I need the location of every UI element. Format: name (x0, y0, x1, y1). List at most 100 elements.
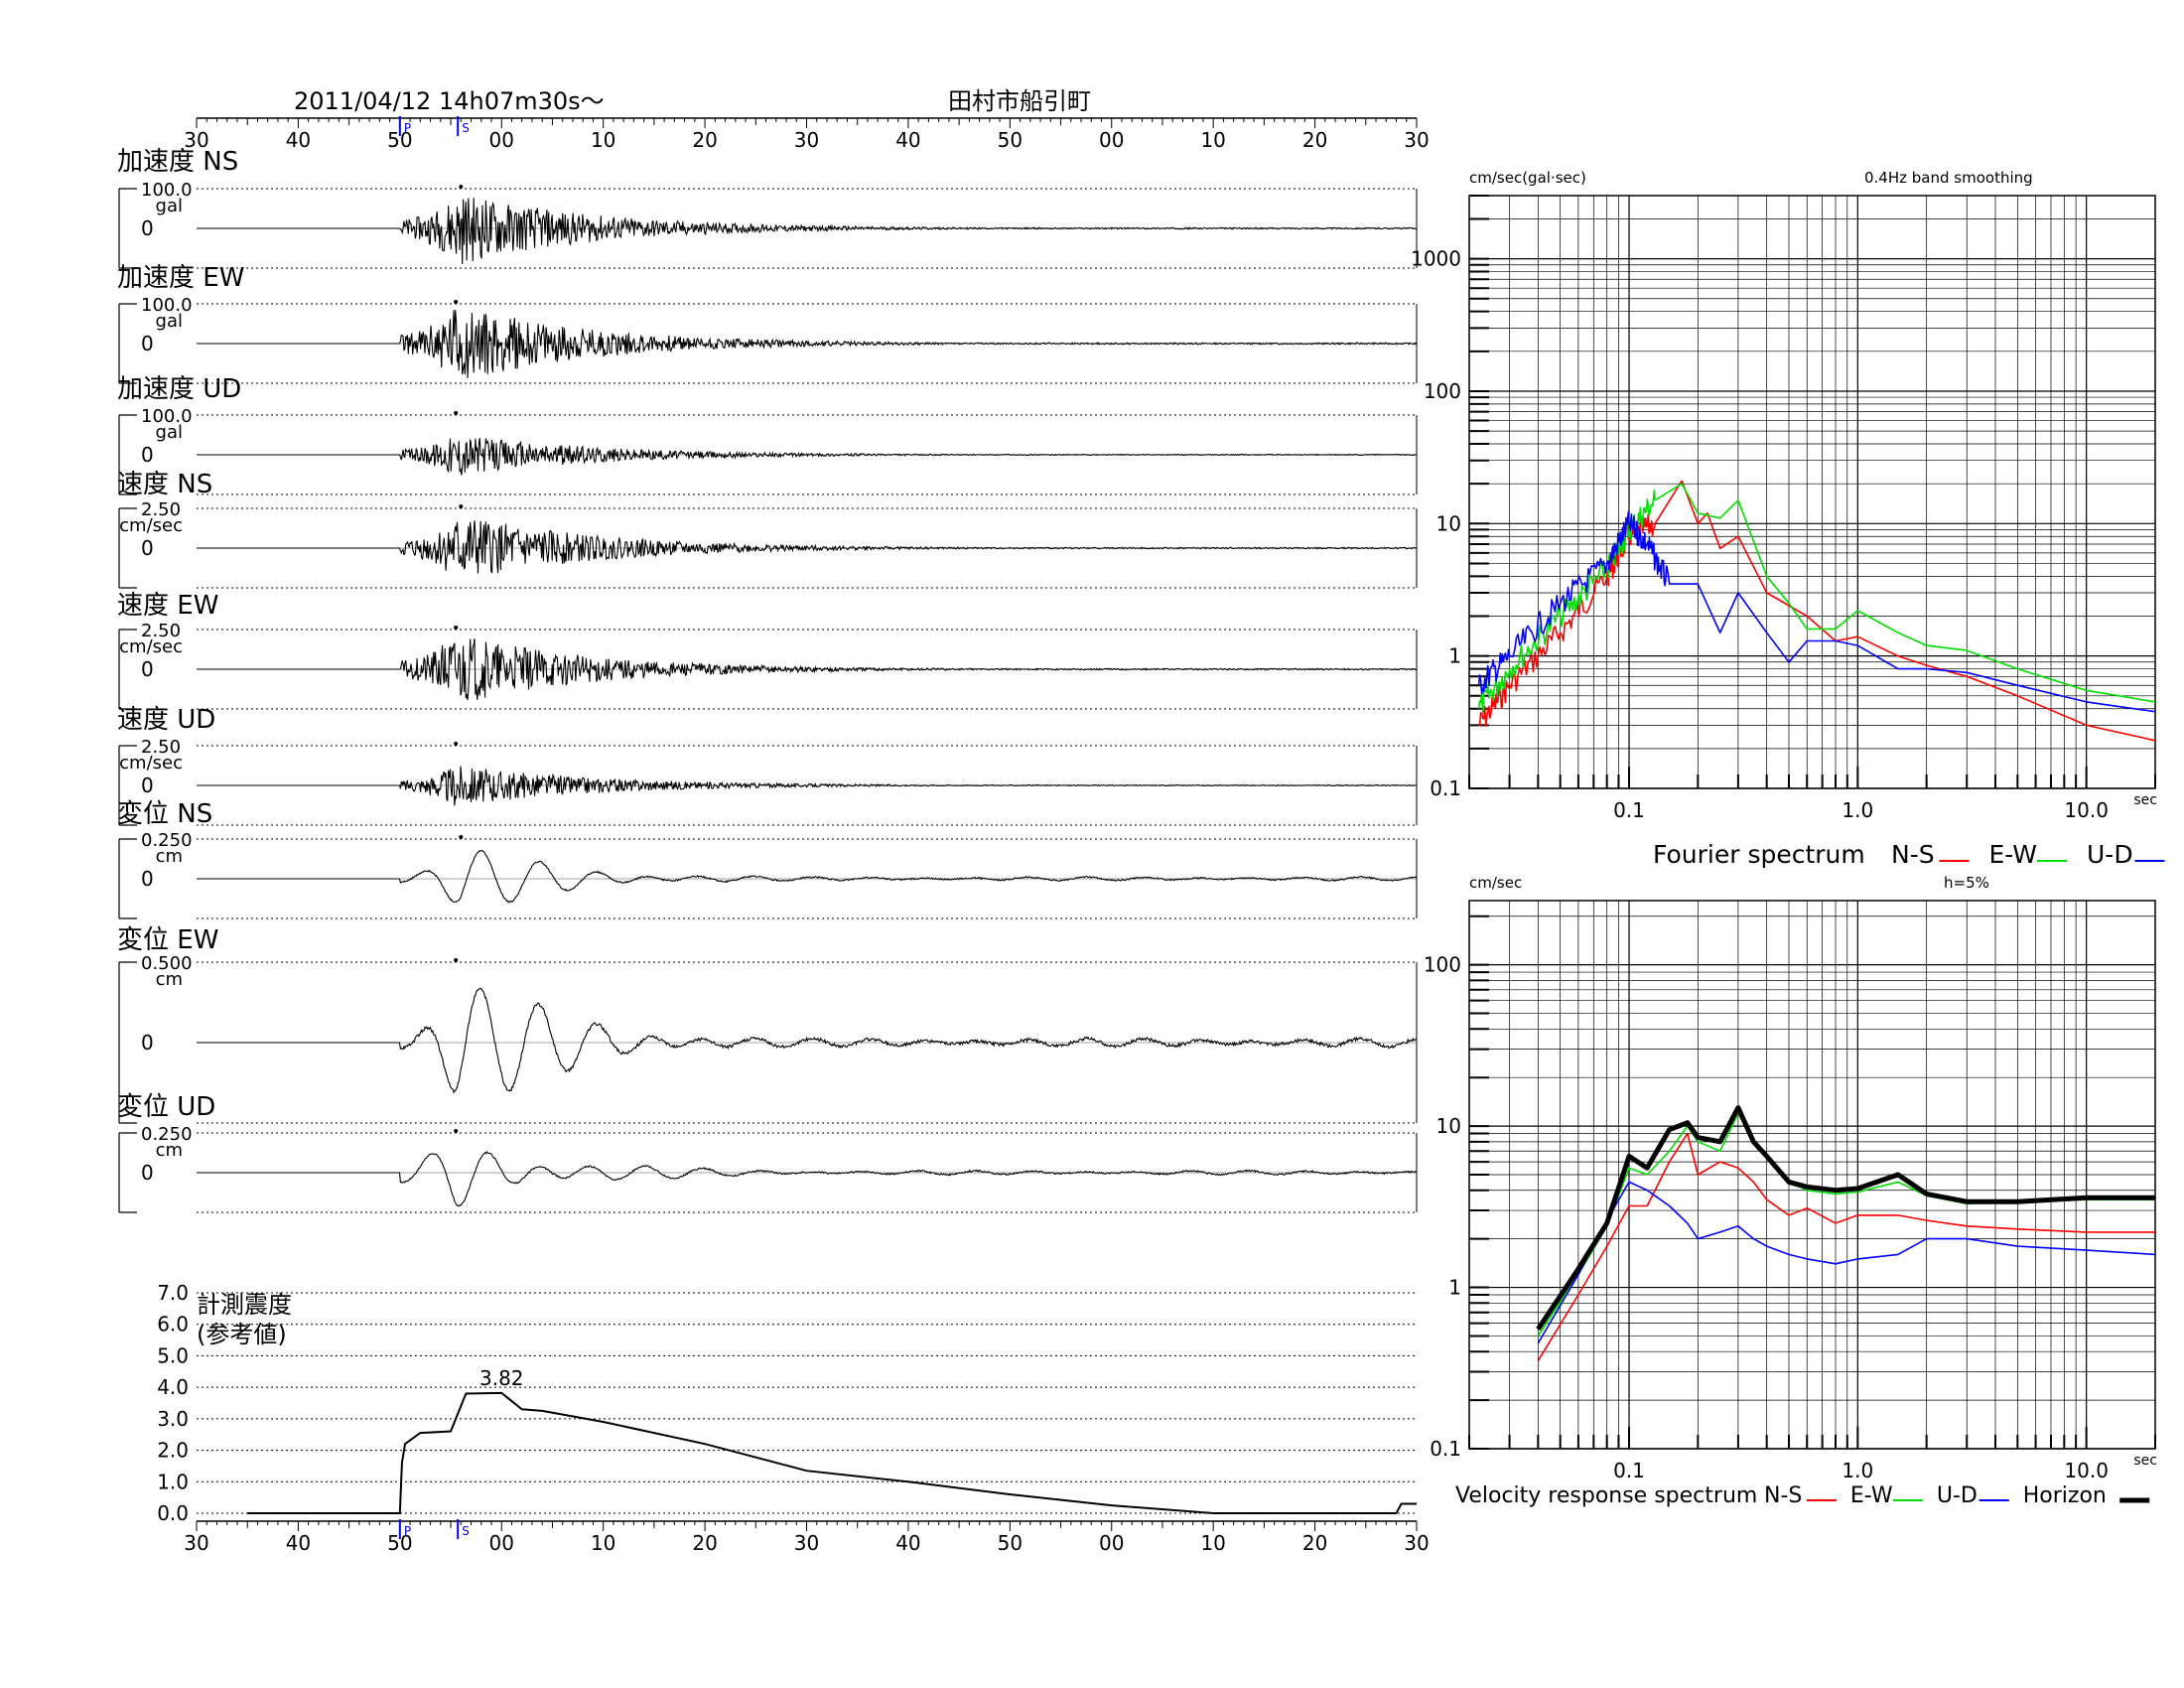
trace-unit: cm/sec (119, 515, 183, 536)
trace-peak-marker (454, 411, 459, 415)
trace-peak-marker (454, 1129, 459, 1133)
time-axis-top: 30 40 50 00 10 20 30 40 50 00 10 20 30P S (184, 116, 1430, 152)
spectrum-xtick-label: 0.1 (1613, 1459, 1645, 1482)
intensity-line (247, 1391, 1417, 1514)
spectrum-xunit: sec (2133, 1453, 2157, 1469)
trace-zero-label: 0 (141, 657, 154, 681)
trace-zero-label: 0 (141, 216, 154, 240)
trace-peak-marker (454, 742, 459, 746)
trace-zero-label: 0 (141, 443, 154, 467)
trace-peak-marker (454, 626, 459, 630)
trace-zero-label: 0 (141, 774, 154, 797)
time-tick-label: 10 (591, 1531, 615, 1555)
intensity-ytick-label: 5.0 (157, 1343, 189, 1367)
trace-peak-marker (454, 958, 459, 962)
trace-label: 加速度 NS (117, 147, 238, 177)
spectrum-xtick-label: 10.0 (2064, 798, 2109, 822)
trace-速度-EW: 速度 EW2.50cm/sec0 (117, 591, 1418, 710)
trace-unit: gal (156, 311, 183, 332)
spectrum-xtick-label: 1.0 (1842, 798, 1873, 822)
time-tick-label: 40 (895, 1531, 920, 1555)
response-spectrum-panel: 100 10 1 0.1 0.1 1.0 10.0 sec cm/sec h=5% Velocity… (1424, 874, 2157, 1508)
trace-waveform (197, 766, 1418, 806)
spectrum-xtick-label: 1.0 (1842, 1459, 1873, 1482)
p-arrival-label: P (404, 121, 411, 135)
time-tick-label: 00 (1099, 128, 1124, 152)
intensity-ytick-label: 2.0 (157, 1439, 189, 1463)
spectrum-ytick-label: 1 (1448, 644, 1461, 668)
spectrum-series-u-d (1477, 510, 2156, 713)
trace-label: 速度 UD (117, 705, 215, 735)
p-arrival-label: P (404, 1524, 411, 1538)
trace-label: 速度 NS (117, 470, 212, 499)
time-tick-label: 30 (184, 1531, 208, 1555)
time-tick-label: 30 (1404, 128, 1429, 152)
spectrum-xunit: sec (2133, 792, 2157, 808)
trace-unit: cm (156, 969, 183, 990)
intensity-peak-label: 3.82 (479, 1366, 524, 1390)
intensity-ytick-label: 1.0 (157, 1470, 189, 1493)
time-tick-label: 30 (1404, 1531, 1429, 1555)
time-tick-label: 40 (286, 1531, 311, 1555)
trace-変位-UD: 変位 UD0.250cm0 (117, 1092, 1418, 1213)
legend-item-label: U-D (2087, 840, 2133, 869)
spectrum-series-e-w (1477, 483, 2156, 715)
spectrum-series-n-s (1478, 480, 2156, 742)
time-tick-label: 10 (1200, 1531, 1225, 1555)
trace-加速度-NS: 加速度 NS100.0gal0 (117, 147, 1418, 269)
time-tick-label: 30 (794, 128, 819, 152)
spectrum-ytick-label: 0.1 (1430, 1437, 1461, 1461)
intensity-ytick-label: 7.0 (157, 1281, 189, 1305)
trace-加速度-UD: 加速度 UD100.0gal0 (117, 374, 1418, 495)
legend-title: Fourier spectrum (1653, 840, 1865, 869)
time-tick-label: 40 (286, 128, 311, 152)
spectrum-note: h=5% (1944, 874, 1989, 892)
s-arrival-label: S (462, 121, 470, 135)
legend-item-label: E-W (1989, 840, 2038, 869)
trace-peak-marker (459, 835, 464, 839)
trace-加速度-EW: 加速度 EW100.0gal0 (117, 263, 1418, 384)
legend-item-label: N-S (1764, 1483, 1802, 1508)
trace-waveform (197, 987, 1418, 1094)
intensity-ytick-label: 4.0 (157, 1375, 189, 1399)
trace-waveform (197, 1151, 1418, 1207)
spectrum-ytick-label: 10 (1436, 511, 1461, 535)
waveform-panel: 30 40 50 00 10 20 30 40 50 00 10 20 30P S加速度 NS100.0g… (117, 116, 1430, 1213)
spectrum-ytick-label: 0.1 (1430, 776, 1461, 800)
trace-unit: cm (156, 846, 183, 867)
trace-waveform (197, 310, 1418, 378)
spectrum-legend: Fourier spectrum N-S E-W U-D (1653, 840, 2165, 869)
trace-label: 速度 EW (117, 591, 218, 621)
time-tick-label: 20 (692, 128, 717, 152)
intensity-ytick-label: 3.0 (157, 1407, 189, 1431)
spectrum-ytick-label: 100 (1424, 379, 1461, 403)
trace-label: 変位 EW (117, 925, 218, 955)
seismogram-report: 2011/04/12 14h07m30s～ 田村市船引町 30 40 50 00 10 2… (117, 87, 2165, 1555)
time-tick-label: 20 (692, 1531, 717, 1555)
trace-unit: gal (156, 196, 183, 216)
trace-label: 変位 NS (117, 799, 212, 829)
spectrum-ylabel: cm/sec(gal·sec) (1469, 169, 1586, 187)
spectrum-ytick-label: 100 (1424, 953, 1461, 977)
spectrum-frame (1468, 195, 2156, 789)
s-arrival-label: S (462, 1524, 470, 1538)
trace-変位-EW: 変位 EW0.500cm0 (117, 925, 1418, 1124)
spectrum-series-e-w (1537, 1112, 2155, 1336)
trace-zero-label: 0 (141, 867, 154, 891)
time-tick-label: 00 (489, 128, 514, 152)
time-tick-label: 20 (1302, 128, 1327, 152)
spectrum-ytick-label: 1000 (1411, 247, 1461, 271)
station-name: 田村市船引町 (948, 87, 1091, 115)
time-axis-bottom: 30 40 50 00 10 20 30 40 50 00 10 20 30P S (184, 1519, 1430, 1555)
trace-速度-UD: 速度 UD2.50cm/sec0 (117, 705, 1418, 826)
trace-waveform (197, 638, 1418, 701)
spectrum-xtick-label: 10.0 (2064, 1459, 2109, 1482)
trace-zero-label: 0 (141, 1161, 154, 1185)
trace-waveform (197, 198, 1417, 265)
time-tick-label: 50 (998, 128, 1023, 152)
trace-waveform (197, 520, 1418, 574)
spectrum-xtick-label: 0.1 (1613, 798, 1645, 822)
legend-item-label: N-S (1891, 840, 1935, 869)
record-datetime: 2011/04/12 14h07m30s～ (294, 87, 605, 115)
trace-waveform (197, 850, 1418, 904)
